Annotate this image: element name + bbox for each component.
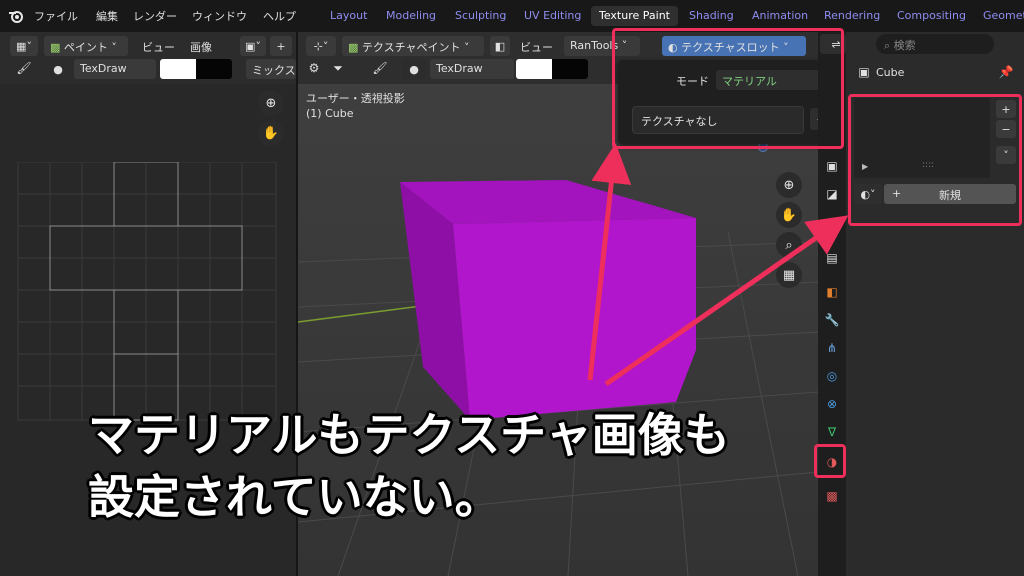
- caption-line-1: マテリアルもテクスチャ画像も: [88, 408, 730, 462]
- caption-line-2: 設定されていない。: [88, 470, 501, 524]
- arrow-to-material-panel: [604, 215, 849, 387]
- arrow-to-texture-slots: [587, 143, 632, 381]
